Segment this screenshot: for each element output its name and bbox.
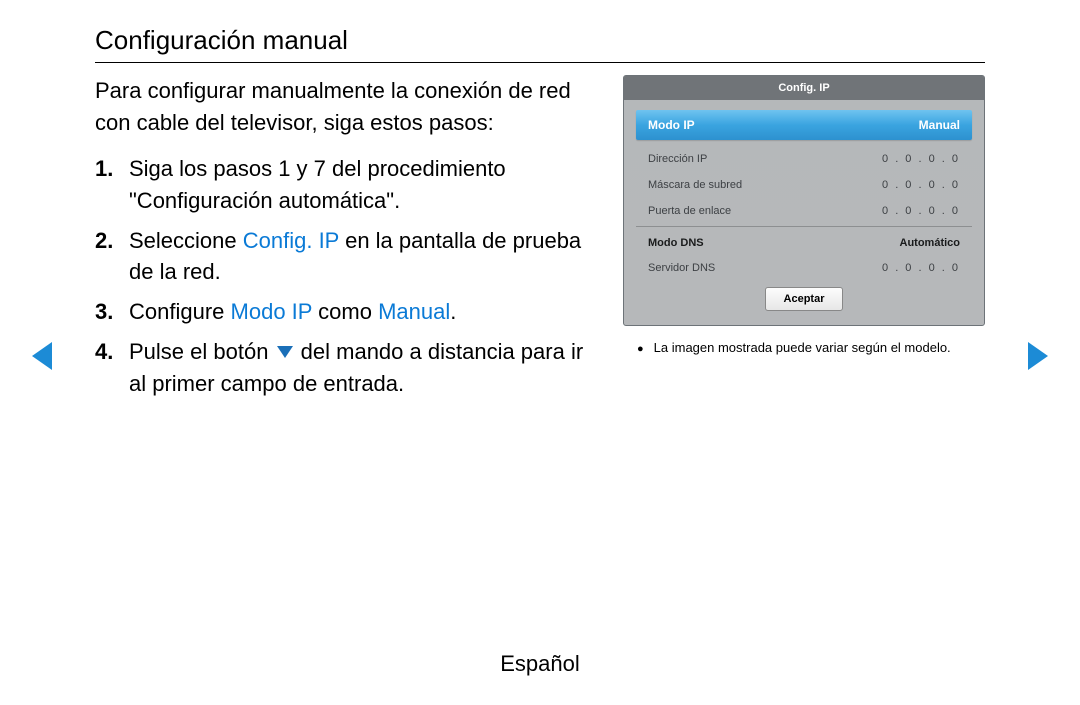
row-modo-ip[interactable]: Modo IP Manual xyxy=(636,110,972,140)
step-text: Pulse el botón del mando a distancia par… xyxy=(129,336,599,400)
page-title: Configuración manual xyxy=(95,25,985,63)
row-puerta-enlace[interactable]: Puerta de enlace 0 . 0 . 0 . 0 xyxy=(636,198,972,224)
steps-list: 1. Siga los pasos 1 y 7 del procedimient… xyxy=(95,153,599,400)
highlight-manual: Manual xyxy=(378,299,450,324)
row-direccion-ip[interactable]: Dirección IP 0 . 0 . 0 . 0 xyxy=(636,146,972,172)
row-label: Puerta de enlace xyxy=(648,205,731,217)
row-value: Manual xyxy=(919,118,960,132)
step-text: Siga los pasos 1 y 7 del procedimiento "… xyxy=(129,153,599,217)
intro-text: Para configurar manualmente la conexión … xyxy=(95,75,599,139)
separator xyxy=(636,226,972,227)
language-label: Español xyxy=(0,651,1080,677)
row-label: Servidor DNS xyxy=(648,262,715,274)
step-number: 1. xyxy=(95,153,129,217)
row-modo-dns[interactable]: Modo DNS Automático xyxy=(636,229,972,255)
note-text: La imagen mostrada puede variar según el… xyxy=(654,340,951,358)
prev-page-arrow-icon[interactable] xyxy=(32,342,52,370)
config-ip-panel: Config. IP Modo IP Manual Dirección IP 0… xyxy=(623,75,985,326)
instructions-column: Para configurar manualmente la conexión … xyxy=(95,75,599,408)
accept-button[interactable]: Aceptar xyxy=(765,287,844,311)
step-1: 1. Siga los pasos 1 y 7 del procedimient… xyxy=(95,153,599,217)
step-number: 2. xyxy=(95,225,129,289)
panel-title: Config. IP xyxy=(624,76,984,100)
down-arrow-icon xyxy=(277,346,293,358)
highlight-modo-ip: Modo IP xyxy=(231,299,313,324)
row-label: Máscara de subred xyxy=(648,179,742,191)
step-3: 3. Configure Modo IP como Manual. xyxy=(95,296,599,328)
row-label: Dirección IP xyxy=(648,153,707,165)
next-page-arrow-icon[interactable] xyxy=(1028,342,1048,370)
step-number: 4. xyxy=(95,336,129,400)
step-text: Configure Modo IP como Manual. xyxy=(129,296,456,328)
step-text: Seleccione Config. IP en la pantalla de … xyxy=(129,225,599,289)
row-value: Automático xyxy=(900,237,961,249)
highlight-config-ip: Config. IP xyxy=(243,228,339,253)
row-value: 0 . 0 . 0 . 0 xyxy=(882,205,960,217)
row-value: 0 . 0 . 0 . 0 xyxy=(882,179,960,191)
row-value: 0 . 0 . 0 . 0 xyxy=(882,262,960,274)
image-note: ● La imagen mostrada puede variar según … xyxy=(623,340,985,358)
row-mascara-subred[interactable]: Máscara de subred 0 . 0 . 0 . 0 xyxy=(636,172,972,198)
row-label: Modo IP xyxy=(648,118,695,132)
step-2: 2. Seleccione Config. IP en la pantalla … xyxy=(95,225,599,289)
step-4: 4. Pulse el botón del mando a distancia … xyxy=(95,336,599,400)
row-value: 0 . 0 . 0 . 0 xyxy=(882,153,960,165)
step-number: 3. xyxy=(95,296,129,328)
bullet-icon: ● xyxy=(637,340,644,358)
row-label: Modo DNS xyxy=(648,237,704,249)
row-servidor-dns[interactable]: Servidor DNS 0 . 0 . 0 . 0 xyxy=(636,255,972,281)
